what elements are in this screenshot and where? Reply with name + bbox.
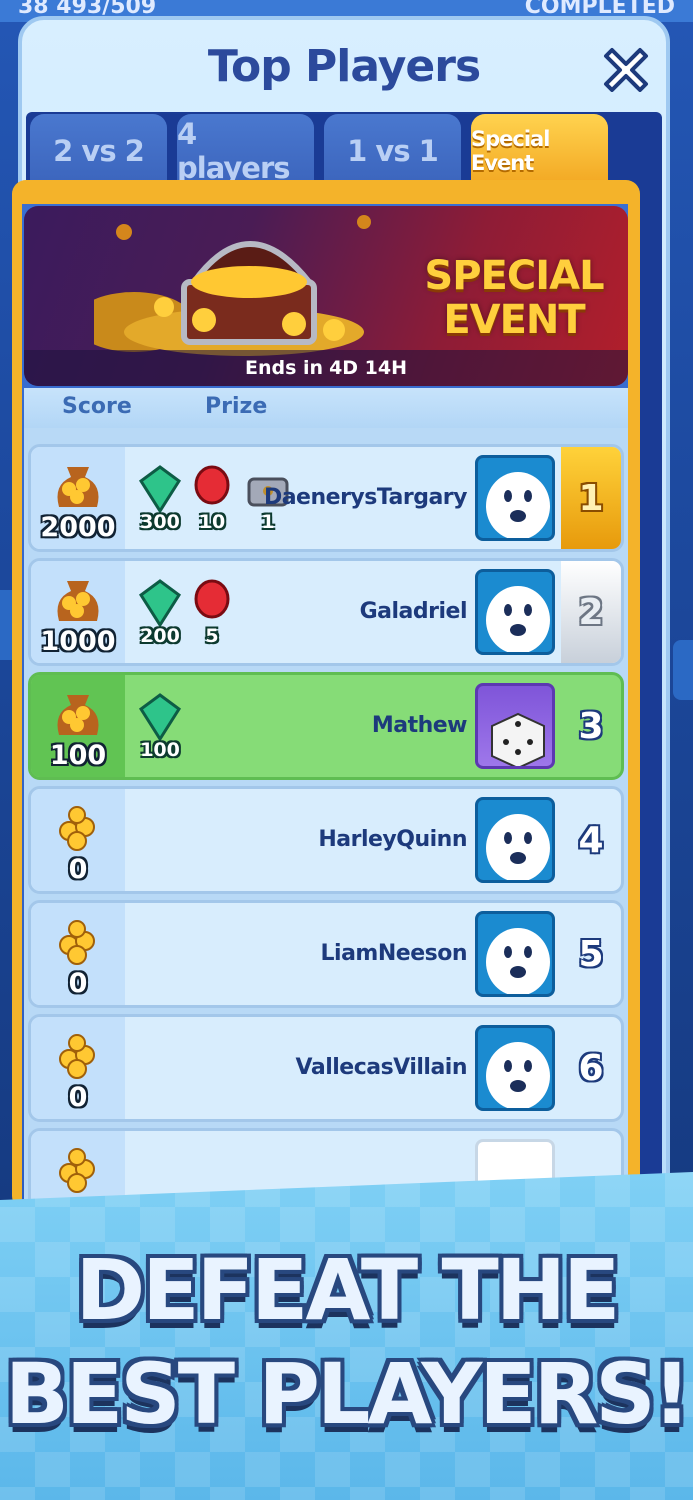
prize-column-header: Prize <box>205 394 268 419</box>
player-avatar[interactable] <box>475 569 555 655</box>
rank-badge: 6 <box>578 1047 604 1089</box>
player-avatar[interactable] <box>475 911 555 997</box>
leaderboard-row[interactable]: 0 HarleyQuinn 4 <box>28 786 624 894</box>
smiley-avatar-icon <box>486 814 550 880</box>
player-avatar[interactable] <box>475 1025 555 1111</box>
smiley-avatar-icon <box>486 586 550 652</box>
panel-header: Top Players <box>22 20 666 112</box>
player-name: Mathew <box>371 713 468 738</box>
score-cell: 2000 <box>31 447 125 549</box>
score-value: 0 <box>68 968 88 999</box>
score-cell: 100 <box>31 675 125 777</box>
prize-gem: 100 <box>135 693 185 761</box>
tab-special-event[interactable]: Special Event <box>471 114 608 188</box>
gem-icon <box>138 693 182 742</box>
coin-pile-icon <box>59 920 95 965</box>
coin-bag-icon <box>57 695 99 735</box>
gem-icon <box>138 465 182 514</box>
score-cell: 0 <box>31 789 125 891</box>
player-name: Galadriel <box>359 599 468 624</box>
score-value: 100 <box>49 740 107 771</box>
coin-pile-icon <box>59 1034 95 1079</box>
player-avatar[interactable] <box>475 797 555 883</box>
tab-4-players[interactable]: 4 players <box>177 114 314 188</box>
smiley-avatar-icon <box>486 1042 550 1108</box>
tab-2vs2[interactable]: 2 vs 2 <box>30 114 167 188</box>
prize-amount: 1 <box>261 511 275 533</box>
close-button[interactable] <box>600 42 652 94</box>
tab-1vs1[interactable]: 1 vs 1 <box>324 114 461 188</box>
leaderboard-row[interactable]: 0 LiamNeeson 5 <box>28 900 624 1008</box>
leaderboard-row[interactable]: 1000 200 5 Galadriel 2 <box>28 558 624 666</box>
promo-slogan: DEFEAT THE BEST PLAYERS! <box>0 1238 693 1446</box>
rank-badge: 5 <box>578 933 604 975</box>
leaderboard-list: 2000 300 10 1 DaenerysTargary 1 1000 200… <box>24 428 628 1236</box>
leaderboard-row[interactable]: 2000 300 10 1 DaenerysTargary 1 <box>28 444 624 552</box>
boxing-glove-icon <box>194 465 230 505</box>
prize-glove: 10 <box>187 465 237 533</box>
coin-bag-icon <box>57 467 99 507</box>
rank-badge: 1 <box>561 447 621 549</box>
score-cell: 1000 <box>31 561 125 663</box>
leaderboard-row[interactable]: 0 VallecasVillain 6 <box>28 1014 624 1122</box>
score-column-header: Score <box>62 394 132 419</box>
event-timer-label: Ends in <box>244 357 324 379</box>
panel-title: Top Players <box>207 40 481 92</box>
smiley-avatar-icon <box>486 928 550 994</box>
coin-pile-icon <box>59 1148 95 1193</box>
score-cell: 0 <box>31 1017 125 1119</box>
rank-badge: 4 <box>578 819 604 861</box>
score-value: 2000 <box>40 512 116 543</box>
event-timer: Ends in 4D 14H <box>24 350 628 386</box>
coin-pile-icon <box>59 806 95 851</box>
prize-gem: 300 <box>135 465 185 533</box>
prize-glove: 5 <box>187 579 237 647</box>
leaderboard-row-current-player[interactable]: 100 100 Mathew 3 <box>28 672 624 780</box>
event-banner: SPECIAL EVENT Ends in 4D 14H <box>24 206 628 386</box>
prize-amount: 10 <box>198 511 226 533</box>
prize-gem: 200 <box>135 579 185 647</box>
treasure-chest-icon <box>94 215 371 356</box>
mode-tabs: 2 vs 2 4 players 1 vs 1 Special Event <box>30 114 620 190</box>
event-title-line2: EVENT <box>443 297 585 343</box>
close-icon <box>604 48 648 92</box>
player-name: HarleyQuinn <box>318 827 467 852</box>
rank-badge: 3 <box>578 705 604 747</box>
slogan-line1: DEFEAT THE <box>75 1241 621 1339</box>
event-title: SPECIAL EVENT <box>424 254 604 342</box>
prize-amount: 100 <box>140 739 180 761</box>
gem-icon <box>138 579 182 628</box>
player-name: DaenerysTargary <box>263 485 468 510</box>
prize-amount: 200 <box>140 625 180 647</box>
column-headers: Score Prize <box>24 388 628 428</box>
background-card-right <box>673 640 693 700</box>
player-avatar[interactable] <box>475 683 555 769</box>
event-title-line1: SPECIAL <box>424 253 604 299</box>
coin-bag-icon <box>57 581 99 621</box>
prize-amount: 5 <box>205 625 219 647</box>
player-name: VallecasVillain <box>295 1055 468 1080</box>
player-name: LiamNeeson <box>320 941 468 966</box>
slogan-line2: BEST PLAYERS! <box>4 1345 691 1443</box>
event-timer-value: 4D 14H <box>329 357 408 379</box>
score-value: 0 <box>68 1082 88 1113</box>
rank-badge: 2 <box>561 561 621 663</box>
player-avatar[interactable] <box>475 455 555 541</box>
score-value: 1000 <box>40 626 116 657</box>
smiley-avatar-icon <box>486 472 550 538</box>
prize-amount: 300 <box>140 511 180 533</box>
boxing-glove-icon <box>194 579 230 619</box>
dice-avatar-icon <box>491 712 545 766</box>
score-cell: 0 <box>31 903 125 1005</box>
score-value: 0 <box>68 854 88 885</box>
